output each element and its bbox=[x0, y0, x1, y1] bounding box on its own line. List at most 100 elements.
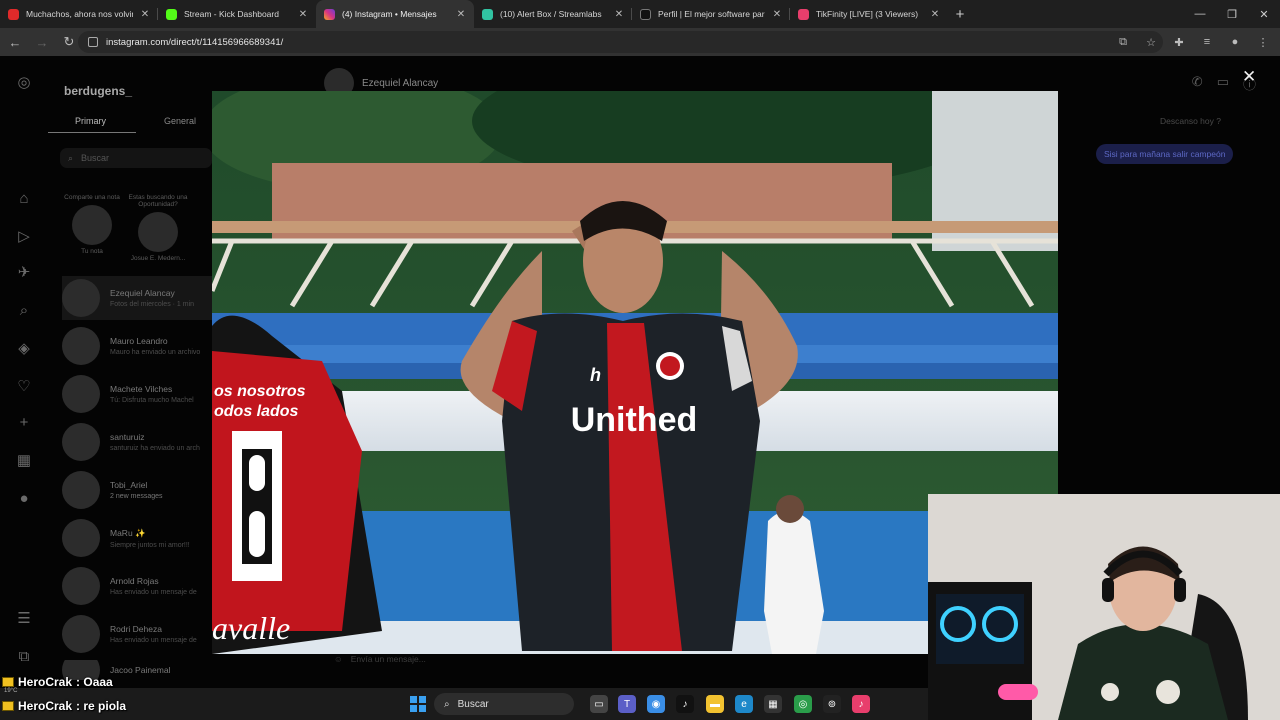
dashboard-icon[interactable]: ▦ bbox=[14, 450, 34, 470]
svg-text:h: h bbox=[590, 365, 601, 385]
tiktok-icon[interactable]: ♪ bbox=[676, 695, 694, 713]
jersey-sponsor: Unithed bbox=[571, 401, 698, 439]
conversation-item[interactable]: Machete Vilches Tú: Disfruta mucho Machel bbox=[62, 372, 212, 416]
edge-icon[interactable]: e bbox=[735, 695, 753, 713]
browser-tab[interactable]: Perfil | El mejor software para p ✕ bbox=[632, 0, 790, 28]
conversation-name: santuruiz bbox=[110, 432, 145, 442]
extensions-icon[interactable]: ✚ bbox=[1168, 30, 1190, 54]
avatar bbox=[72, 205, 112, 245]
instagram-icon bbox=[324, 8, 335, 20]
video-call-icon[interactable]: ▭ bbox=[1217, 74, 1229, 93]
avatar bbox=[62, 327, 100, 365]
copilot-icon[interactable]: ◉ bbox=[647, 695, 665, 713]
file-explorer-icon[interactable]: ▬ bbox=[706, 695, 724, 713]
home-icon[interactable]: ⌂ bbox=[14, 188, 34, 208]
tiktok-live-icon[interactable]: ♪ bbox=[852, 695, 870, 713]
more-menu-icon[interactable]: ☰ bbox=[14, 608, 34, 628]
phone-icon[interactable]: ✆ bbox=[1192, 74, 1203, 93]
browser-tab[interactable]: Muchachos, ahora nos volvimos ✕ bbox=[0, 0, 158, 28]
conversation-preview: Has enviado un mensaje de bbox=[110, 589, 197, 596]
emoji-icon[interactable]: ☺ bbox=[334, 654, 343, 664]
profile-avatar-icon[interactable]: ● bbox=[14, 488, 34, 508]
windows-start-icon[interactable] bbox=[410, 696, 426, 712]
teams-icon[interactable]: T bbox=[618, 695, 636, 713]
media-icon[interactable]: ≡ bbox=[1196, 30, 1218, 54]
conversation-item[interactable]: Tobi_Ariel 2 new messages bbox=[62, 468, 212, 512]
minimize-icon[interactable]: — bbox=[1184, 0, 1216, 28]
forward-icon[interactable]: → bbox=[30, 30, 54, 54]
threads-icon[interactable]: ⧉ bbox=[14, 646, 34, 666]
conversation-item[interactable]: MaRu ✨ Siempre juntos mi amor!!! bbox=[62, 516, 212, 560]
profile-icon[interactable]: ● bbox=[1224, 30, 1246, 54]
tab-primary[interactable]: Primary bbox=[75, 116, 106, 126]
browser-tab[interactable]: (10) Alert Box / Streamlabs ✕ bbox=[474, 0, 632, 28]
site-info-icon[interactable] bbox=[88, 37, 98, 47]
task-view-icon[interactable]: ▭ bbox=[590, 695, 608, 713]
browser-actions: ⧉ ☆ ✚ ≡ ● ⋮ bbox=[1112, 30, 1274, 54]
note-item[interactable]: Estas buscando una Oportunidad? Josue E.… bbox=[128, 194, 188, 262]
address-bar[interactable]: instagram.com/direct/t/114156966689341/ bbox=[78, 31, 1163, 53]
close-tab-icon[interactable]: ✕ bbox=[298, 9, 308, 20]
chrome-icon[interactable]: ◎ bbox=[794, 695, 812, 713]
conversation-item[interactable]: Rodri Deheza Has enviado un mensaje de bbox=[62, 612, 212, 656]
kick-icon bbox=[166, 8, 177, 20]
search-icon[interactable]: ⌕ bbox=[14, 300, 34, 320]
tab-title: (4) Instagram • Mensajes bbox=[342, 9, 437, 19]
taskbar-search[interactable]: ⌕ Buscar bbox=[434, 693, 574, 715]
close-tab-icon[interactable]: ✕ bbox=[456, 9, 466, 20]
back-icon[interactable]: ← bbox=[3, 30, 27, 54]
message-composer[interactable]: ☺ Envía un mensaje... bbox=[334, 654, 426, 664]
conversation-item[interactable]: Arnold Rojas Has enviado un mensaje de bbox=[62, 564, 212, 608]
conversation-name: Rodri Deheza bbox=[110, 624, 162, 634]
conversation-item[interactable]: Mauro Leandro Mauro ha enviado un archivo bbox=[62, 324, 212, 368]
close-tab-icon[interactable]: ✕ bbox=[140, 9, 150, 20]
note-caption: Comparte una nota bbox=[64, 194, 120, 201]
chat-username: HeroCrak bbox=[18, 675, 73, 689]
bookmark-star-icon[interactable]: ☆ bbox=[1140, 30, 1162, 54]
weather-widget[interactable]: 19°C bbox=[4, 688, 17, 694]
notifications-icon[interactable]: ♡ bbox=[14, 376, 34, 396]
tab-title: (10) Alert Box / Streamlabs bbox=[500, 9, 602, 19]
search-input[interactable]: ⌕ Buscar bbox=[60, 148, 212, 168]
conversation-preview: 2 new messages bbox=[110, 493, 163, 500]
tab-general[interactable]: General bbox=[164, 116, 196, 126]
instagram-logo-icon[interactable]: ◎ bbox=[14, 72, 34, 92]
reels-icon[interactable]: ▷ bbox=[14, 226, 34, 246]
browser-tab-active[interactable]: (4) Instagram • Mensajes ✕ bbox=[316, 0, 474, 28]
messages-icon[interactable]: ✈ bbox=[14, 262, 34, 282]
explore-icon[interactable]: ◈ bbox=[14, 338, 34, 358]
account-username[interactable]: berdugens_ bbox=[64, 84, 132, 98]
new-tab-button[interactable]: + bbox=[948, 0, 972, 28]
browser-tab[interactable]: Stream - Kick Dashboard ✕ bbox=[158, 0, 316, 28]
close-tab-icon[interactable]: ✕ bbox=[614, 9, 624, 20]
conversation-item[interactable]: Ezequiel Alancay Fotos del miercoles · 1 … bbox=[62, 276, 212, 320]
note-caption: Estas buscando una Oportunidad? bbox=[128, 194, 188, 208]
create-icon[interactable]: + bbox=[14, 412, 34, 432]
inbox-tabs: Primary General bbox=[48, 112, 212, 134]
note-item[interactable]: Comparte una nota Tu nota bbox=[62, 194, 122, 255]
browser-tab[interactable]: TikFinity [LIVE] (3 Viewers) ✕ bbox=[790, 0, 948, 28]
menu-icon[interactable]: ⋮ bbox=[1252, 30, 1274, 54]
taskbar-search-label: Buscar bbox=[457, 698, 489, 710]
note-label: Tu nota bbox=[81, 248, 103, 255]
conversation-preview: Siempre juntos mi amor!!! bbox=[110, 541, 190, 549]
sent-message: Sisi para mañana salir campeón bbox=[1096, 144, 1234, 164]
conversation-item[interactable]: santuruiz santuruiz ha enviado un arch bbox=[62, 420, 212, 464]
youtube-icon bbox=[8, 8, 19, 20]
notes-row: Comparte una nota Tu nota Estas buscando… bbox=[60, 194, 220, 274]
close-tab-icon[interactable]: ✕ bbox=[930, 9, 940, 20]
avatar bbox=[62, 615, 100, 653]
tikfinity-icon bbox=[798, 8, 809, 20]
url-text: instagram.com/direct/t/114156966689341/ bbox=[106, 36, 284, 48]
store-icon[interactable]: ▦ bbox=[764, 695, 782, 713]
obs-icon[interactable]: ⊚ bbox=[823, 695, 841, 713]
composer-placeholder: Envía un mensaje... bbox=[350, 654, 426, 664]
tab-title: Muchachos, ahora nos volvimos bbox=[26, 9, 133, 19]
maximize-icon[interactable]: ❐ bbox=[1216, 0, 1248, 28]
close-lightbox-icon[interactable]: ✕ bbox=[1242, 67, 1256, 87]
install-app-icon[interactable]: ⧉ bbox=[1112, 30, 1134, 54]
avatar bbox=[62, 423, 100, 461]
close-window-icon[interactable]: ✕ bbox=[1248, 0, 1280, 28]
streamlabs-icon bbox=[482, 8, 493, 20]
close-tab-icon[interactable]: ✕ bbox=[772, 9, 782, 20]
